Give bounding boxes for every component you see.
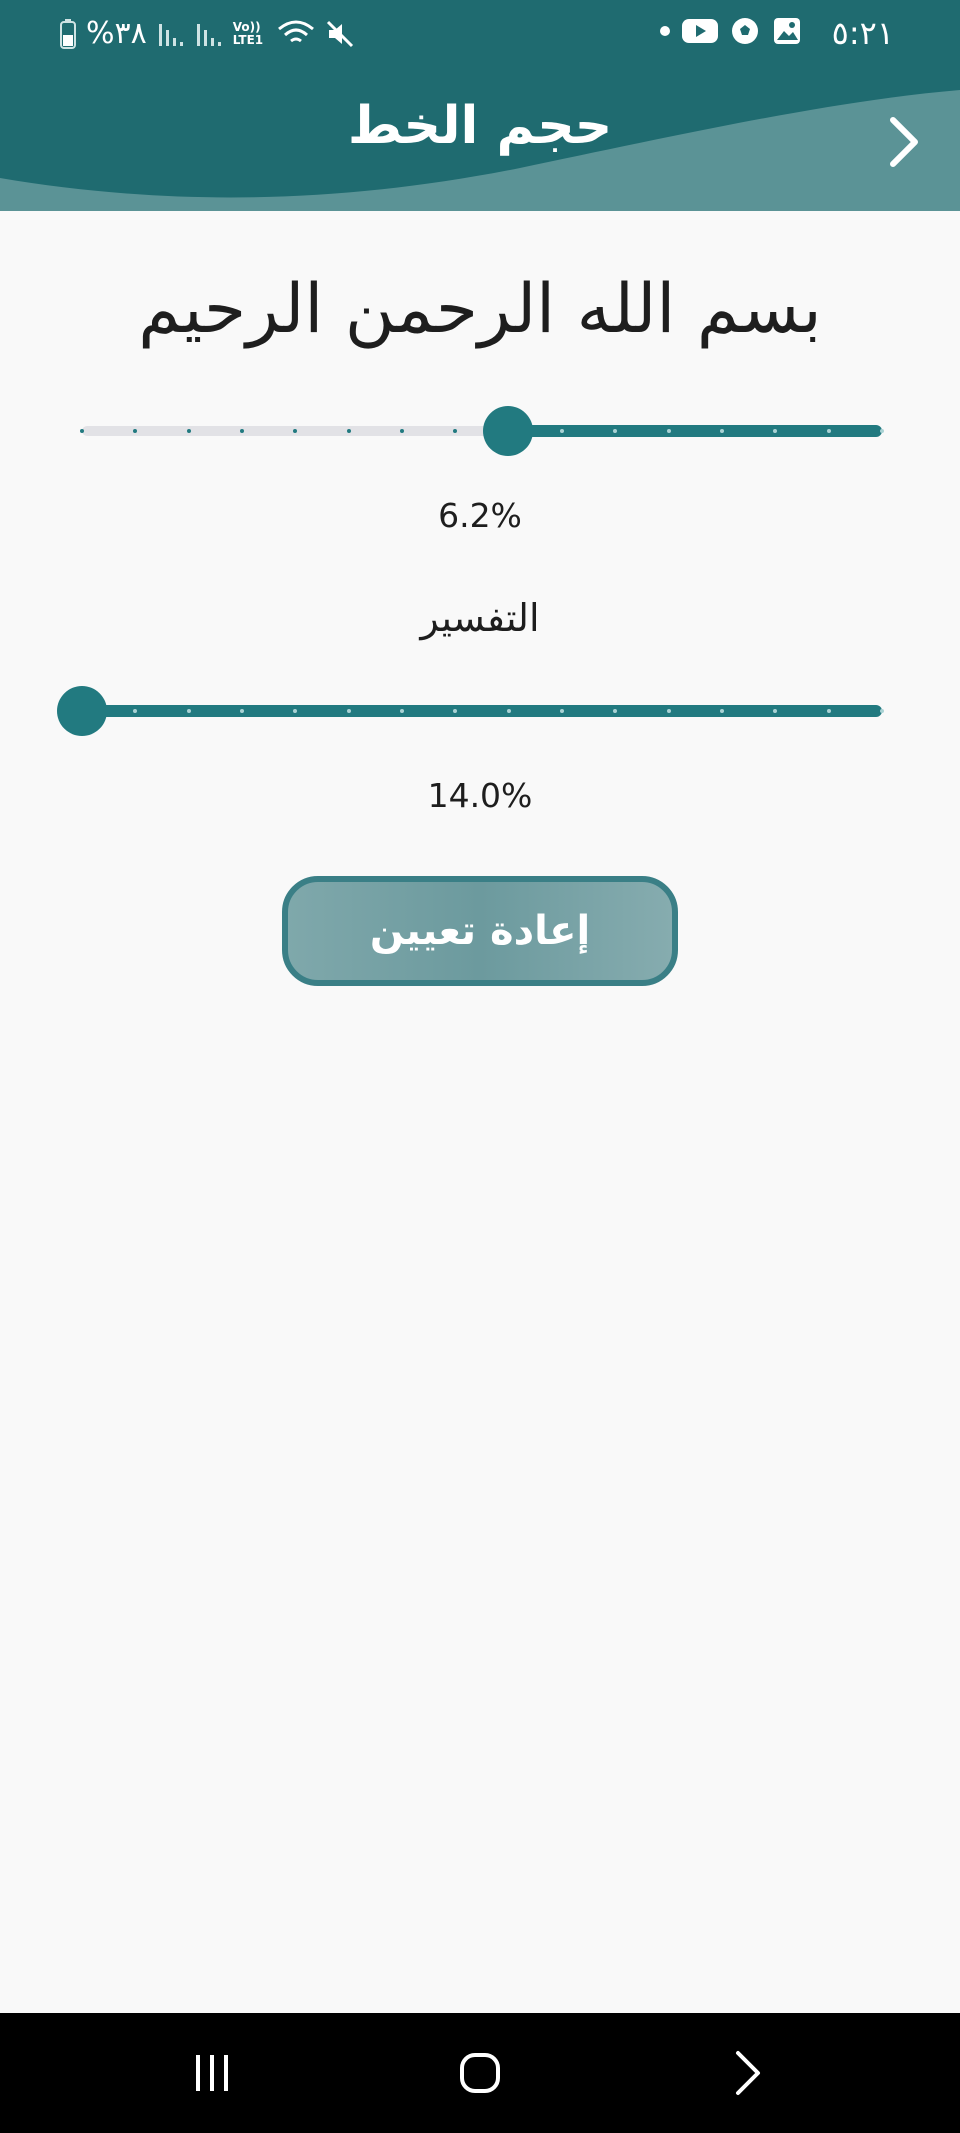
slider-tick xyxy=(826,709,831,713)
tafsir-label: التفسير xyxy=(420,596,540,640)
back-icon xyxy=(736,2051,760,2095)
slider-tick xyxy=(880,429,884,433)
slider-tick xyxy=(240,429,244,433)
slider-tick xyxy=(80,429,84,433)
nav-back-button[interactable] xyxy=(718,2043,778,2103)
home-button[interactable] xyxy=(450,2043,510,2103)
slider-tick xyxy=(506,709,511,713)
slider-tick xyxy=(720,429,724,433)
dot-icon xyxy=(660,26,670,36)
signal-icon xyxy=(196,23,221,46)
back-button[interactable] xyxy=(882,112,926,172)
recents-icon xyxy=(196,2055,228,2091)
system-nav-bar xyxy=(0,2013,960,2133)
status-icons-right xyxy=(660,16,802,46)
slider-tick xyxy=(346,709,351,713)
quran-font-size-value: 6.2% xyxy=(438,496,522,535)
slider-active-track xyxy=(508,425,882,437)
recents-button[interactable] xyxy=(182,2043,242,2103)
signal-icon xyxy=(158,23,183,46)
slider-tick xyxy=(560,429,564,433)
slider-tick xyxy=(880,709,884,713)
slider-tick xyxy=(240,709,244,713)
status-time: ٥:٢١ xyxy=(831,14,894,52)
mute-icon xyxy=(326,20,353,47)
slider-tick xyxy=(666,709,671,713)
font-preview-text: بسم الله الرحمن الرحيم xyxy=(138,270,822,349)
football-icon xyxy=(732,18,758,44)
battery-icon xyxy=(60,18,76,49)
wifi-icon xyxy=(277,20,314,42)
status-bar: %٣٨ Vo)) LTE1 ٥:٢١ xyxy=(0,0,960,70)
gallery-icon xyxy=(774,18,800,44)
chevron-right-icon xyxy=(890,117,918,167)
battery-percent: %٣٨ xyxy=(86,16,147,51)
slider-tick xyxy=(346,429,351,433)
slider-tick xyxy=(186,429,191,433)
slider-tick xyxy=(560,709,564,713)
youtube-icon xyxy=(682,19,718,43)
tafsir-font-size-slider[interactable] xyxy=(57,680,884,740)
slider-tick xyxy=(400,429,404,433)
quran-font-size-slider[interactable] xyxy=(80,400,884,460)
slider-tick xyxy=(186,709,191,713)
slider-thumb[interactable] xyxy=(57,686,107,736)
home-icon xyxy=(460,2053,500,2093)
tafsir-font-size-value: 14.0% xyxy=(427,776,533,815)
reset-button[interactable]: إعادة تعيين xyxy=(282,876,678,986)
slider-tick xyxy=(666,429,671,433)
slider-tick xyxy=(826,429,831,433)
slider-tick xyxy=(720,709,724,713)
slider-thumb[interactable] xyxy=(483,406,534,456)
slider-active-track xyxy=(82,705,882,717)
page-title: حجم الخط xyxy=(347,96,613,156)
app-header: %٣٨ Vo)) LTE1 ٥:٢١ حجم الخط xyxy=(0,0,960,211)
status-icons-left: %٣٨ Vo)) LTE1 xyxy=(60,16,355,51)
volte-icon: Vo)) LTE1 xyxy=(232,19,264,47)
slider-tick xyxy=(400,709,404,713)
